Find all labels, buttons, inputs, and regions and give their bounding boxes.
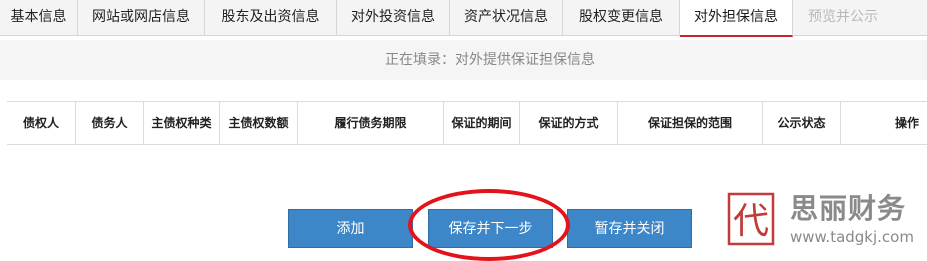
guarantee-table-header: 债权人 债务人 主债权种类 主债权数额 履行债务期限 保证的期间 保证的方式 保… [7,101,927,145]
add-button[interactable]: 添加 [288,209,413,248]
watermark-url: www.tadgkj.com [790,228,914,246]
form-subtitle: 正在填录：对外提供保证担保信息 [385,52,595,68]
column-header-guarantee-method: 保证的方式 [519,102,617,144]
column-header-guarantee-scope: 保证担保的范围 [617,102,762,144]
save-and-next-button[interactable]: 保存并下一步 [428,209,553,248]
column-header-debtor: 债务人 [75,102,143,144]
tab-guarantee-info[interactable]: 对外担保信息 [680,0,793,37]
save-draft-and-close-button[interactable]: 暂存并关闭 [567,209,692,248]
column-header-main-debt-amount: 主债权数额 [219,102,297,144]
tab-website-info[interactable]: 网站或网店信息 [78,0,205,35]
tab-bar: 基本信息 网站或网店信息 股东及出资信息 对外投资信息 资产状况信息 股权变更信… [0,0,927,37]
column-header-guarantee-period: 保证的期间 [443,102,519,144]
form-subtitle-band: 正在填录：对外提供保证担保信息 [0,40,927,80]
column-header-publish-status: 公示状态 [762,102,840,144]
tab-basic-info[interactable]: 基本信息 [0,0,78,35]
column-header-performance-period: 履行债务期限 [297,102,443,144]
watermark-seal-logo: 代 [727,192,775,246]
tab-preview-publish: 预览并公示 [808,9,878,25]
tab-investment-info[interactable]: 对外投资信息 [337,0,450,35]
tab-equity-change-info[interactable]: 股权变更信息 [563,0,680,35]
tab-asset-info[interactable]: 资产状况信息 [450,0,563,35]
svg-text:代: 代 [733,201,769,242]
watermark-brand: 思丽财务 [790,192,907,225]
tab-shareholder-info[interactable]: 股东及出资信息 [205,0,337,35]
column-header-creditor: 债权人 [22,116,59,130]
column-header-main-debt-type: 主债权种类 [143,102,219,144]
column-header-actions: 操作 [840,102,927,144]
